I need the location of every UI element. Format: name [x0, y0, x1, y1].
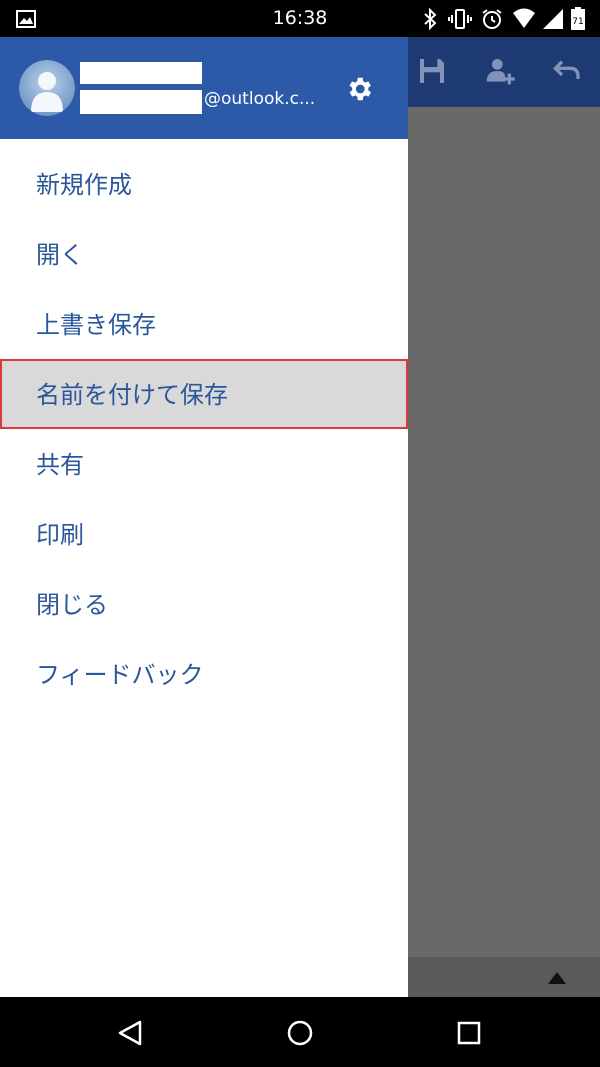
menu-item-feedback[interactable]: フィードバック: [0, 639, 408, 709]
battery-icon: 71: [571, 7, 585, 30]
menu-item-open[interactable]: 開く: [0, 219, 408, 289]
file-menu: 新規作成 開く 上書き保存 名前を付けて保存 共有 印刷 閉じる フィードバック: [0, 149, 408, 709]
bluetooth-icon: [424, 7, 437, 31]
navigation-drawer: @outlook.c... 新規作成 開く 上書き保存 名前を付けて保存 共有 …: [0, 37, 408, 997]
undo-icon[interactable]: [550, 55, 582, 87]
menu-item-label: フィードバック: [36, 661, 204, 689]
back-icon[interactable]: [116, 1019, 144, 1047]
home-icon[interactable]: [286, 1019, 314, 1047]
wifi-icon: [513, 8, 535, 28]
menu-item-save[interactable]: 上書き保存: [0, 289, 408, 359]
menu-item-label: 新規作成: [36, 171, 132, 199]
menu-item-label: 開く: [36, 241, 84, 269]
avatar[interactable]: [19, 60, 75, 116]
expand-up-icon[interactable]: [548, 972, 566, 984]
account-email-suffix: @outlook.c...: [204, 89, 316, 109]
save-icon[interactable]: [416, 55, 448, 87]
document-area: [408, 107, 600, 957]
account-email-redacted: [80, 90, 202, 114]
menu-item-label: 共有: [36, 451, 84, 479]
alarm-icon: [482, 9, 502, 29]
signal-icon: [543, 9, 563, 29]
account-name-redacted: [80, 62, 202, 84]
add-person-icon[interactable]: [484, 55, 516, 87]
settings-gear-icon[interactable]: [344, 74, 374, 104]
menu-item-label: 上書き保存: [36, 311, 156, 339]
status-bar: 16:38 71: [0, 0, 600, 37]
menu-item-print[interactable]: 印刷: [0, 499, 408, 569]
vibrate-icon: [448, 9, 472, 29]
recents-icon[interactable]: [455, 1019, 483, 1047]
menu-item-label: 閉じる: [36, 591, 108, 619]
menu-item-label: 印刷: [36, 521, 84, 549]
app-bottom-bar: [408, 957, 600, 997]
account-header: @outlook.c...: [0, 37, 408, 139]
menu-item-close[interactable]: 閉じる: [0, 569, 408, 639]
menu-item-new[interactable]: 新規作成: [0, 149, 408, 219]
person-icon: [19, 60, 75, 116]
status-time: 16:38: [272, 7, 328, 29]
menu-item-save-as[interactable]: 名前を付けて保存: [0, 359, 408, 429]
system-navigation-bar: [0, 997, 600, 1067]
app-toolbar: [408, 37, 600, 107]
svg-text:71: 71: [572, 17, 583, 27]
menu-item-label: 名前を付けて保存: [36, 381, 228, 409]
menu-item-share[interactable]: 共有: [0, 429, 408, 499]
